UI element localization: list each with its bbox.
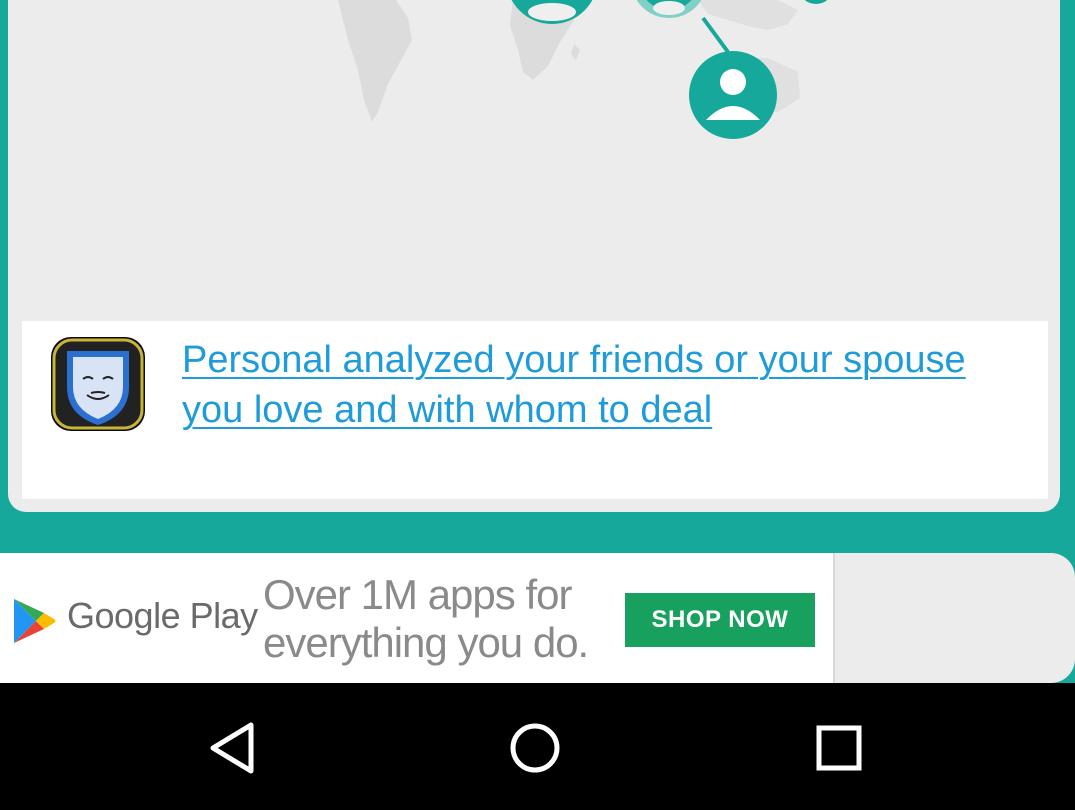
personal-analysis-link[interactable]: Personal analyzed your friends or your s… [182, 335, 1022, 435]
navigation-bar [0, 683, 1075, 810]
ad-tagline: Over 1M apps for everything you do. [263, 571, 589, 666]
triangle-back-icon [210, 722, 254, 774]
person-avatar-icon [689, 51, 777, 139]
app-icon[interactable] [51, 337, 145, 431]
ad-content[interactable]: Google Play Over 1M apps for everything … [0, 553, 835, 683]
connector-line [701, 16, 730, 54]
square-recents-icon [816, 725, 862, 771]
ad-banner[interactable]: Google Play Over 1M apps for everything … [0, 553, 1075, 683]
island-madagascar [571, 44, 580, 60]
content-card: Personal analyzed your friends or your s… [8, 0, 1060, 512]
link-row[interactable]: Personal analyzed your friends or your s… [22, 321, 1048, 499]
circle-home-icon [510, 723, 560, 773]
person-avatar-icon [804, 0, 828, 4]
recents-button[interactable] [794, 703, 884, 793]
back-button[interactable] [187, 703, 277, 793]
google-play-logo-icon [14, 599, 56, 643]
continent-asia [698, 0, 798, 30]
continent-south-america [338, 0, 412, 122]
world-map [338, 0, 828, 139]
home-button[interactable] [490, 703, 580, 793]
shop-now-button[interactable]: SHOP NOW [625, 593, 815, 647]
google-play-brand: Google Play [67, 595, 258, 636]
person-avatar-icon [636, 0, 702, 18]
